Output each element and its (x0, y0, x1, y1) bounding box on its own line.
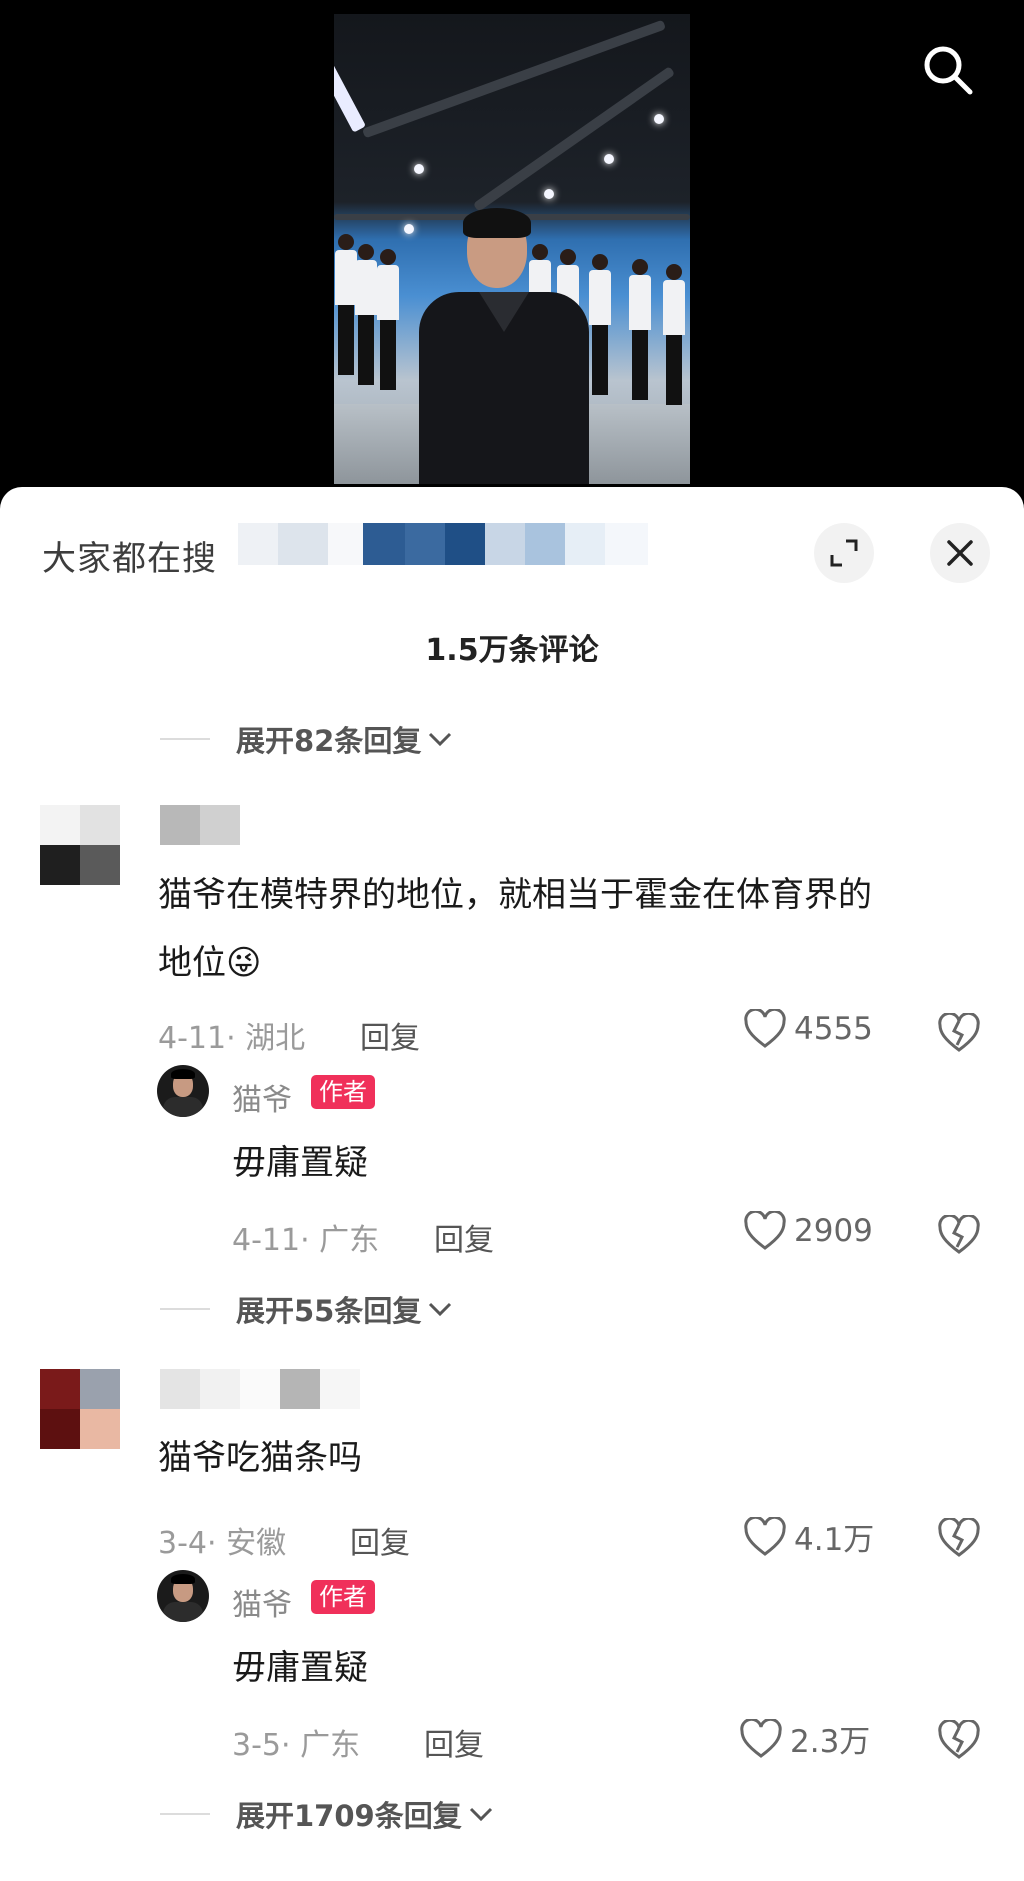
commenter-name[interactable] (160, 1369, 360, 1409)
dislike-button[interactable] (937, 1718, 981, 1764)
fullscreen-button[interactable] (814, 523, 874, 583)
chevron-down-icon (429, 732, 452, 747)
comment-text-line2: 地位😜 (158, 943, 262, 983)
reply-button[interactable]: 回复 (360, 1013, 420, 1057)
dislike-button[interactable] (937, 1516, 981, 1562)
author-avatar[interactable] (157, 1065, 209, 1117)
heart-icon (744, 1009, 786, 1048)
like-button[interactable]: 4.1万 (744, 1514, 874, 1559)
expand-replies-label: 展开82条回复 (236, 724, 422, 758)
reply-button[interactable]: 回复 (350, 1518, 410, 1562)
search-hint[interactable]: 大家都在搜 (42, 531, 217, 580)
reply-text: 毋庸置疑 (232, 1143, 368, 1183)
expand-replies-label: 展开1709条回复 (236, 1799, 462, 1833)
expand-replies-label: 展开55条回复 (236, 1294, 422, 1328)
ceiling-light (404, 224, 414, 234)
model-figure (589, 254, 611, 395)
heart-icon (740, 1718, 782, 1758)
video-area[interactable] (0, 0, 1024, 520)
search-button[interactable] (918, 40, 978, 100)
reply-date-location: 3-5· 广东 (232, 1728, 361, 1763)
broken-heart-icon (938, 1213, 980, 1254)
author-name[interactable]: 猫爷 (232, 1075, 292, 1119)
heart-icon (744, 1516, 786, 1556)
expand-replies-button[interactable]: 展开55条回复 (160, 1288, 453, 1330)
comments-count: 1.5万条评论 (425, 633, 599, 668)
search-icon (924, 46, 973, 95)
comment-text: 猫爷吃猫条吗 (158, 1438, 362, 1478)
broken-heart-icon (938, 1718, 980, 1759)
comment-sheet: 大家都在搜 1.5万条评论 展开82条回复 猫爷在模特界的地位，就相当于霍金在体… (0, 487, 1024, 1881)
author-avatar[interactable] (157, 1570, 209, 1622)
expand-replies-button[interactable]: 展开82条回复 (160, 718, 453, 760)
like-button[interactable]: 4555 (744, 1009, 873, 1049)
author-badge: 作者 (311, 1580, 375, 1614)
like-count: 2.3万 (790, 1724, 871, 1760)
reply-text: 毋庸置疑 (232, 1648, 368, 1688)
comment-date-location: 3-4· 安徽 (158, 1526, 287, 1561)
broken-heart-icon (938, 1011, 980, 1052)
video-thumbnail[interactable] (334, 14, 690, 484)
redacted-search-term[interactable] (238, 523, 648, 565)
model-figure (335, 234, 357, 375)
model-figure (663, 264, 685, 405)
close-button[interactable] (930, 523, 990, 583)
ceiling-light (604, 154, 614, 164)
main-person (419, 208, 589, 484)
reply-date-location: 4-11· 广东 (232, 1223, 380, 1258)
model-figure (355, 244, 377, 385)
reply-button[interactable]: 回复 (424, 1720, 484, 1764)
comment-date-location: 4-11· 湖北 (158, 1021, 306, 1056)
model-figure (629, 259, 651, 400)
ceiling-pipe (361, 19, 667, 139)
broken-heart-icon (938, 1516, 980, 1557)
like-count: 2909 (794, 1213, 873, 1249)
model-figure (377, 249, 399, 390)
close-icon (947, 540, 973, 566)
author-badge: 作者 (311, 1075, 375, 1109)
ceiling-light (544, 189, 554, 199)
like-button[interactable]: 2909 (744, 1211, 873, 1251)
like-button[interactable]: 2.3万 (740, 1716, 870, 1761)
like-count: 4.1万 (794, 1522, 875, 1558)
ceiling-tube-light (334, 55, 366, 133)
heart-icon (744, 1211, 786, 1250)
ceiling-light (654, 114, 664, 124)
dislike-button[interactable] (937, 1011, 981, 1057)
fullscreen-icon (830, 539, 858, 567)
chevron-down-icon (429, 1302, 452, 1317)
expand-replies-button[interactable]: 展开1709条回复 (160, 1793, 494, 1835)
commenter-name[interactable] (160, 805, 240, 845)
author-name[interactable]: 猫爷 (232, 1580, 292, 1624)
reply-button[interactable]: 回复 (434, 1215, 494, 1259)
ceiling-light (414, 164, 424, 174)
commenter-avatar[interactable] (40, 805, 120, 885)
chevron-down-icon (469, 1807, 492, 1822)
commenter-avatar[interactable] (40, 1369, 120, 1449)
sheet-header: 大家都在搜 (0, 487, 1024, 597)
dislike-button[interactable] (937, 1213, 981, 1259)
like-count: 4555 (794, 1011, 873, 1047)
comment-text: 猫爷在模特界的地位，就相当于霍金在体育界的 (158, 875, 872, 915)
